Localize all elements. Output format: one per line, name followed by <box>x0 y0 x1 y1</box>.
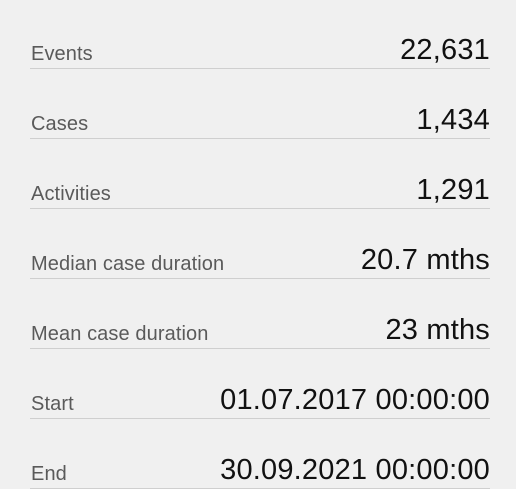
stat-value-median-case-duration: 20.7 mths <box>361 244 490 277</box>
stat-row-activities: Activities 1,291 <box>30 138 490 208</box>
stat-label-events: Events <box>31 43 93 66</box>
stat-value-cases: 1,434 <box>416 104 490 137</box>
stat-label-median-case-duration: Median case duration <box>31 253 224 276</box>
stat-label-cases: Cases <box>31 113 88 136</box>
stat-label-end: End <box>31 463 67 486</box>
stat-value-events: 22,631 <box>400 34 490 67</box>
stat-row-cases: Cases 1,434 <box>30 68 490 138</box>
stat-value-start: 01.07.2017 00:00:00 <box>220 384 490 417</box>
stat-row-median-case-duration: Median case duration 20.7 mths <box>30 208 490 278</box>
summary-statistics-panel: Events 22,631 Cases 1,434 Activities 1,2… <box>30 0 490 488</box>
stat-value-mean-case-duration: 23 mths <box>385 314 490 347</box>
stat-row-start: Start 01.07.2017 00:00:00 <box>30 348 490 418</box>
stat-row-events: Events 22,631 <box>30 0 490 68</box>
stat-label-mean-case-duration: Mean case duration <box>31 323 208 346</box>
stat-value-end: 30.09.2021 00:00:00 <box>220 454 490 487</box>
stat-value-activities: 1,291 <box>416 174 490 207</box>
stat-label-start: Start <box>31 393 74 416</box>
stat-row-mean-case-duration: Mean case duration 23 mths <box>30 278 490 348</box>
stat-row-end: End 30.09.2021 00:00:00 <box>30 418 490 488</box>
stat-label-activities: Activities <box>31 183 111 206</box>
